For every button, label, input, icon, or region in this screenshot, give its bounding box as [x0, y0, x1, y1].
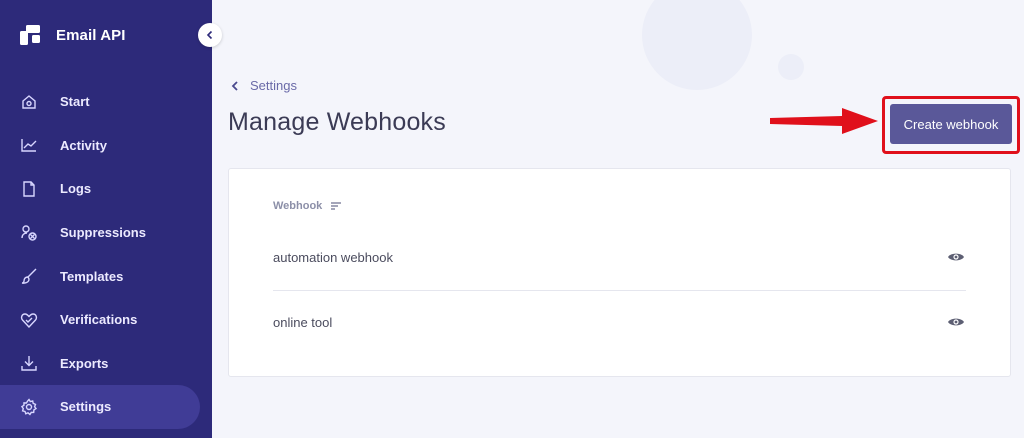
activity-chart-icon: [20, 136, 38, 154]
home-icon: [20, 93, 38, 111]
sidebar-item-label: Verifications: [60, 312, 138, 328]
background-decoration: [778, 54, 804, 80]
sidebar-item-settings[interactable]: Settings: [0, 385, 200, 429]
sidebar-item-label: Exports: [60, 355, 109, 371]
sidebar: Email API Start Activity Logs Suppressio…: [0, 0, 212, 438]
sidebar-item-activity[interactable]: Activity: [0, 124, 212, 168]
gear-icon: [20, 398, 38, 416]
sidebar-item-templates[interactable]: Templates: [0, 254, 212, 298]
chevron-left-icon: [206, 30, 213, 40]
annotation-arrow: [770, 108, 878, 134]
sidebar-item-label: Settings: [60, 399, 112, 415]
sidebar-item-label: Templates: [60, 268, 124, 284]
webhook-name: automation webhook: [273, 249, 393, 265]
sidebar-item-label: Start: [60, 94, 90, 110]
webhooks-table: Webhook automation webhook online tool: [228, 168, 1011, 377]
heart-check-icon: [20, 311, 38, 329]
table-row[interactable]: online tool: [273, 300, 966, 344]
sidebar-item-label: Suppressions: [60, 225, 146, 241]
eye-icon[interactable]: [946, 247, 966, 267]
breadcrumb-label: Settings: [250, 78, 297, 93]
brand-logo-icon: [20, 25, 40, 45]
table-row[interactable]: automation webhook: [273, 235, 966, 279]
download-icon: [20, 354, 38, 372]
page-title: Manage Webhooks: [228, 108, 446, 136]
column-header-label: Webhook: [273, 200, 323, 212]
app-name: Email API: [56, 26, 126, 44]
sidebar-item-suppressions[interactable]: Suppressions: [0, 211, 212, 255]
webhook-name: online tool: [273, 314, 333, 330]
background-decoration: [642, 0, 752, 90]
row-divider: [273, 290, 966, 291]
sidebar-item-start[interactable]: Start: [0, 80, 212, 124]
sidebar-item-label: Activity: [60, 137, 107, 153]
eye-icon[interactable]: [946, 312, 966, 332]
sidebar-item-label: Logs: [60, 181, 92, 197]
sidebar-collapse-button[interactable]: [198, 23, 222, 47]
sort-icon: [331, 202, 342, 210]
main-content: Settings Manage Webhooks Create webhook …: [212, 0, 1024, 438]
column-header-webhook[interactable]: Webhook: [273, 200, 342, 212]
sidebar-item-verifications[interactable]: Verifications: [0, 298, 212, 342]
brush-icon: [20, 267, 38, 285]
document-icon: [20, 180, 38, 198]
sidebar-item-exports[interactable]: Exports: [0, 342, 212, 386]
sidebar-nav: Start Activity Logs Suppressions Templat…: [0, 80, 212, 429]
brand[interactable]: Email API: [18, 22, 126, 48]
suppression-icon: [20, 224, 38, 242]
breadcrumb[interactable]: Settings: [230, 78, 297, 93]
sidebar-item-logs[interactable]: Logs: [0, 167, 212, 211]
create-webhook-button[interactable]: Create webhook: [890, 104, 1012, 144]
chevron-left-icon: [231, 80, 238, 91]
